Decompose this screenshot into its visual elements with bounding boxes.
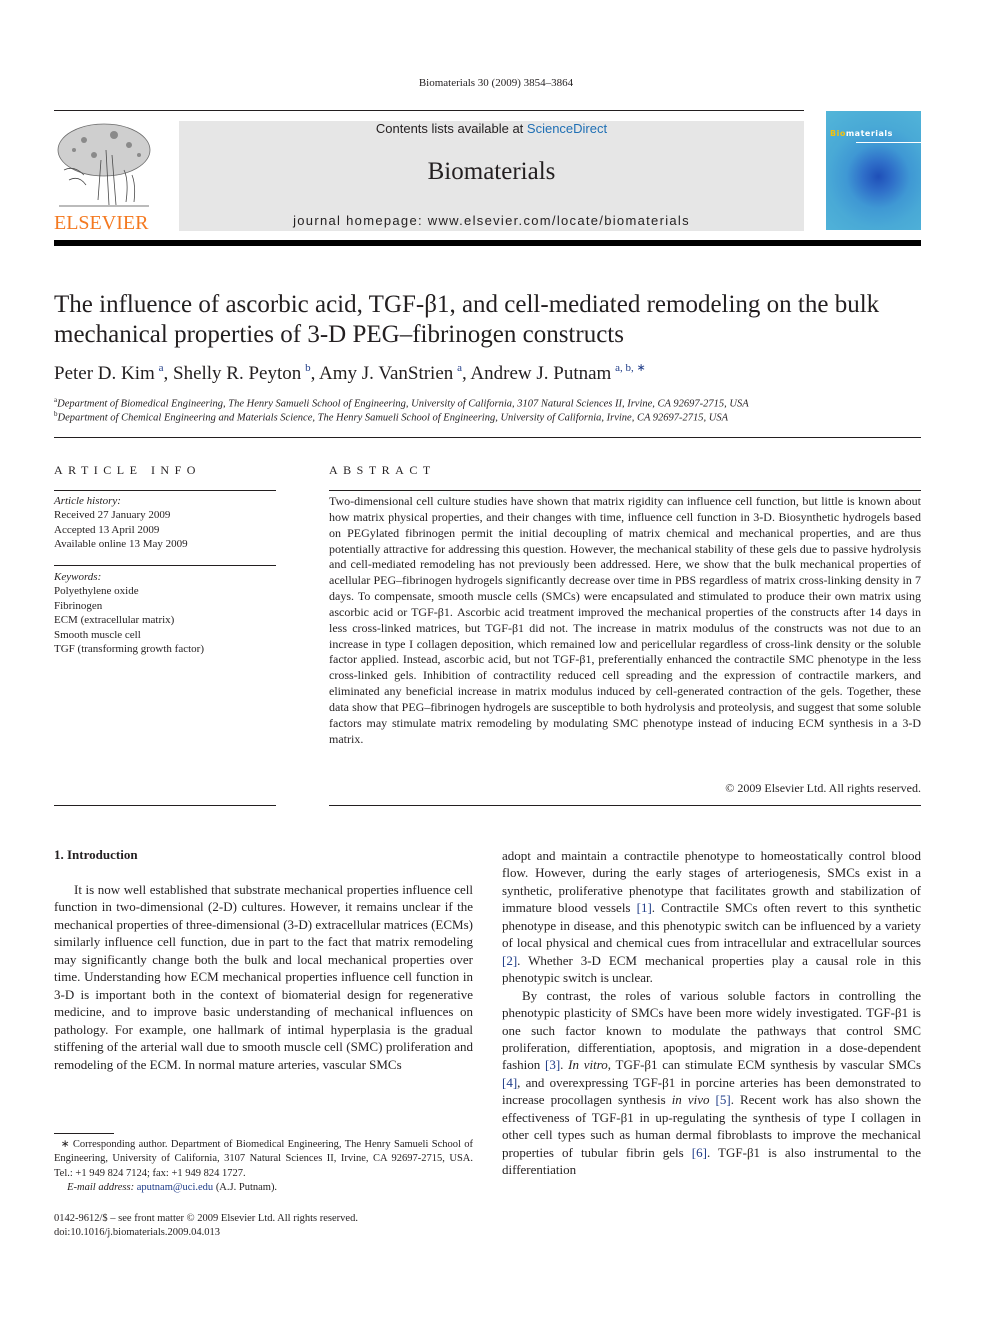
journal-banner: Contents lists available at ScienceDirec…	[179, 121, 804, 231]
footnote-marker: ∗	[60, 1139, 70, 1150]
section-heading-introduction: 1. Introduction	[54, 847, 138, 862]
abstract-heading: ABSTRACT	[329, 463, 436, 477]
body-column-left: It is now well established that substrat…	[54, 881, 473, 1073]
doi-line[interactable]: doi:10.1016/j.biomaterials.2009.04.013	[54, 1226, 358, 1240]
cover-title: Biomaterials	[830, 129, 893, 138]
keyword: Fibrinogen	[54, 599, 103, 612]
article-info-rule	[54, 490, 276, 491]
article-info-heading: ARTICLE INFO	[54, 463, 201, 477]
issn-line: 0142-9612/$ – see front matter © 2009 El…	[54, 1213, 358, 1224]
history-label: Article history:	[54, 495, 121, 507]
author-list: Peter D. Kim a, Shelly R. Peyton b, Amy …	[54, 362, 646, 384]
citation-link[interactable]: [5]	[716, 1092, 731, 1107]
history-item: Available online 13 May 2009	[54, 538, 188, 551]
author: Peter D. Kim	[54, 363, 155, 384]
journal-title: Biomaterials	[427, 158, 556, 185]
abstract-copyright: © 2009 Elsevier Ltd. All rights reserved…	[725, 781, 921, 795]
abstract-text: Two-dimensional cell culture studies hav…	[329, 494, 921, 746]
citation-link[interactable]: [4]	[502, 1075, 517, 1090]
contents-prefix: Contents lists available at	[375, 121, 527, 136]
affiliation-b: bDepartment of Chemical Engineering and …	[54, 410, 934, 424]
author-affil-mark[interactable]: b	[305, 362, 311, 374]
cover-title-bio: Bio	[830, 129, 846, 138]
cover-title-rest: materials	[845, 129, 893, 138]
email-label: E-mail address:	[67, 1181, 135, 1193]
citation-link[interactable]: [2]	[502, 953, 517, 968]
elsevier-logo[interactable]: ELSEVIER	[54, 120, 154, 234]
sciencedirect-link[interactable]: ScienceDirect	[527, 121, 607, 136]
header-rule	[54, 110, 804, 111]
author-affil-mark[interactable]: a	[159, 362, 164, 374]
citation-link[interactable]: [1]	[637, 900, 652, 915]
journal-cover[interactable]: Biomaterials	[826, 111, 921, 230]
keyword: ECM (extracellular matrix)	[54, 614, 175, 627]
affiliation-text: Department of Chemical Engineering and M…	[57, 412, 729, 424]
history-item: Received 27 January 2009	[54, 509, 171, 522]
text-run: .	[560, 1057, 569, 1073]
text-run: , TGF-β1 can stimulate ECM synthesis by …	[607, 1057, 922, 1073]
article-history: Article history: Received 27 January 200…	[54, 494, 276, 552]
keywords-rule	[54, 565, 276, 566]
footnote-rule	[54, 1133, 114, 1134]
elsevier-wordmark: ELSEVIER	[54, 212, 149, 234]
paragraph: It is now well established that substrat…	[54, 882, 473, 1072]
journal-homepage[interactable]: journal homepage: www.elsevier.com/locat…	[179, 213, 804, 228]
author: Andrew J. Putnam	[470, 363, 612, 384]
corresponding-author-footnote: ∗ Corresponding author. Department of Bi…	[54, 1138, 473, 1195]
header-thick-rule	[54, 240, 921, 246]
elsevier-tree-icon	[57, 123, 151, 207]
paragraph: By contrast, the roles of various solubl…	[502, 987, 921, 1179]
history-item: Accepted 13 April 2009	[54, 523, 160, 536]
keyword: Smooth muscle cell	[54, 628, 141, 641]
text-run-italic: In vitro	[568, 1057, 608, 1073]
article-info-bottom-rule	[54, 805, 276, 806]
abstract-bottom-rule	[329, 805, 921, 806]
keywords-label: Keywords:	[54, 571, 102, 583]
keywords: Keywords: Polyethylene oxide Fibrinogen …	[54, 570, 276, 656]
affiliation-text: Department of Biomedical Engineering, Th…	[57, 398, 749, 410]
keyword: TGF (transforming growth factor)	[54, 643, 204, 656]
abstract-rule	[329, 490, 921, 491]
affiliation-rule	[54, 437, 921, 438]
keyword: Polyethylene oxide	[54, 585, 139, 598]
text-run-italic: in vivo	[671, 1092, 710, 1108]
email-link[interactable]: aputnam@uci.edu	[137, 1182, 213, 1193]
running-header: Biomaterials 30 (2009) 3854–3864	[418, 77, 574, 89]
paragraph: adopt and maintain a contractile phenoty…	[502, 847, 921, 987]
article-title: The influence of ascorbic acid, TGF-β1, …	[54, 291, 880, 348]
text-run: . Whether 3-D ECM mechanical properties …	[502, 952, 921, 986]
body-column-right: adopt and maintain a contractile phenoty…	[502, 847, 921, 1179]
front-matter: 0142-9612/$ – see front matter © 2009 El…	[54, 1212, 358, 1240]
citation-link[interactable]: [6]	[692, 1145, 707, 1160]
author: Amy J. VanStrien	[319, 363, 454, 384]
email-suffix: (A.J. Putnam).	[213, 1181, 278, 1193]
author-affil-mark[interactable]: a, b, ∗	[615, 362, 646, 374]
citation-link[interactable]: [3]	[545, 1057, 560, 1072]
contents-line: Contents lists available at ScienceDirec…	[179, 121, 804, 136]
author-affil-mark[interactable]: a	[457, 362, 462, 374]
footnote-text: Corresponding author. Department of Biom…	[54, 1139, 474, 1179]
affiliation-a: aDepartment of Biomedical Engineering, T…	[54, 396, 934, 410]
author: Shelly R. Peyton	[173, 363, 302, 384]
cover-line	[856, 142, 921, 143]
